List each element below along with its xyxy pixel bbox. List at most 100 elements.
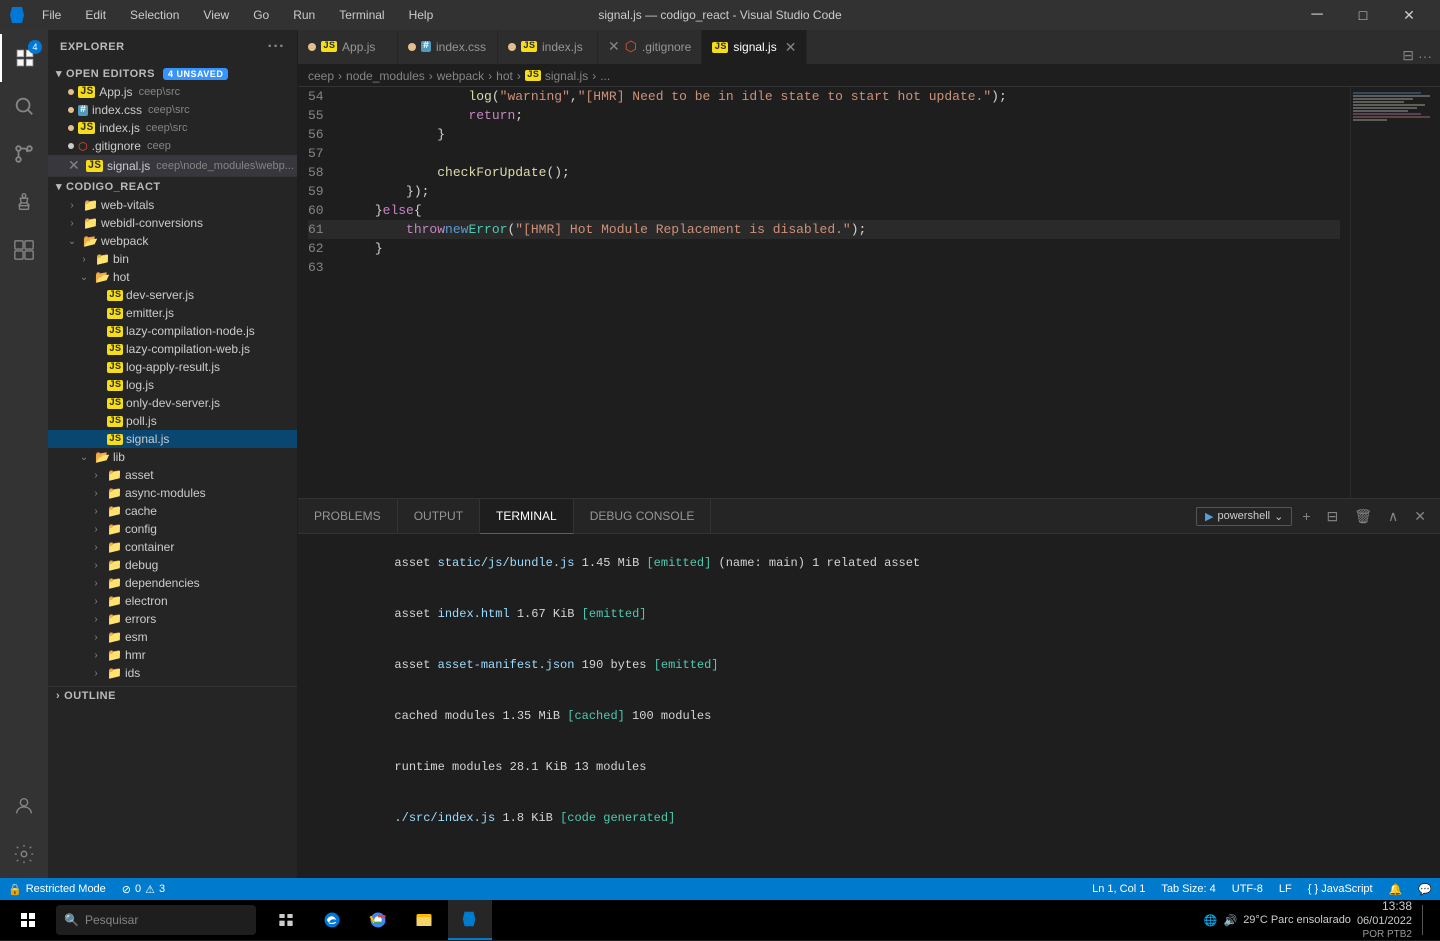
tab-signaljs[interactable]: JS signal.js ✕ xyxy=(702,30,807,64)
expand-terminal-button[interactable]: ∧ xyxy=(1382,504,1404,529)
status-errors[interactable]: ⊘ 0 ⚠ 3 xyxy=(114,878,173,900)
tree-ids[interactable]: › 📁 ids xyxy=(48,664,297,682)
menu-selection[interactable]: Selection xyxy=(124,6,185,24)
tree-log-apply[interactable]: JS log-apply-result.js xyxy=(48,358,297,376)
powershell-selector[interactable]: ▶ powershell ⌄ xyxy=(1196,507,1292,526)
status-language[interactable]: { } JavaScript xyxy=(1300,878,1381,900)
tab-indexcss[interactable]: # index.css xyxy=(398,30,498,64)
breadcrumb-file[interactable]: signal.js xyxy=(545,69,588,83)
status-tab-size[interactable]: Tab Size: 4 xyxy=(1153,878,1223,900)
more-tabs-button[interactable]: ··· xyxy=(1418,48,1432,64)
menu-run[interactable]: Run xyxy=(287,6,321,24)
activity-debug[interactable] xyxy=(0,178,48,226)
tree-log[interactable]: JS log.js xyxy=(48,376,297,394)
tree-bin[interactable]: › 📁 bin xyxy=(48,250,297,268)
split-terminal-button[interactable]: ⊟ xyxy=(1321,504,1345,529)
breadcrumb-hot[interactable]: hot xyxy=(496,69,513,83)
tree-hmr[interactable]: › 📁 hmr xyxy=(48,646,297,664)
activity-settings[interactable] xyxy=(0,830,48,878)
menu-view[interactable]: View xyxy=(197,6,235,24)
status-encoding[interactable]: UTF-8 xyxy=(1224,878,1271,900)
menu-help[interactable]: Help xyxy=(403,6,440,24)
status-position[interactable]: Ln 1, Col 1 xyxy=(1084,878,1153,900)
taskbar-explorer[interactable] xyxy=(402,900,446,940)
activity-extensions[interactable] xyxy=(0,226,48,274)
split-editor-button[interactable]: ⊟ xyxy=(1402,47,1414,64)
status-eol[interactable]: LF xyxy=(1271,878,1300,900)
taskbar-vscode[interactable] xyxy=(448,900,492,940)
tab-terminal[interactable]: TERMINAL xyxy=(480,499,574,534)
minimize-button[interactable]: ─ xyxy=(1294,0,1340,30)
tree-electron[interactable]: › 📁 electron xyxy=(48,592,297,610)
breadcrumb-node-modules[interactable]: node_modules xyxy=(346,69,425,83)
tree-lazy-node[interactable]: JS lazy-compilation-node.js xyxy=(48,322,297,340)
tree-lazy-web[interactable]: JS lazy-compilation-web.js xyxy=(48,340,297,358)
tab-problems[interactable]: PROBLEMS xyxy=(298,499,398,534)
tab-debug-console[interactable]: DEBUG CONSOLE xyxy=(574,499,712,534)
status-notifications[interactable]: 🔔 xyxy=(1381,878,1411,900)
close-tab-button[interactable]: ✕ xyxy=(785,39,797,56)
tree-signal[interactable]: JS signal.js xyxy=(48,430,297,448)
taskbar-task-view[interactable] xyxy=(264,900,308,940)
breadcrumb-symbol[interactable]: ... xyxy=(600,69,610,83)
tree-only-dev[interactable]: JS only-dev-server.js xyxy=(48,394,297,412)
tree-web-vitals[interactable]: › 📁 web-vitals xyxy=(48,196,297,214)
start-button[interactable] xyxy=(4,900,52,940)
tree-cache[interactable]: › 📁 cache xyxy=(48,502,297,520)
add-terminal-button[interactable]: + xyxy=(1296,504,1316,528)
tab-output[interactable]: OUTPUT xyxy=(398,499,480,534)
status-restricted-mode[interactable]: 🔒 Restricted Mode xyxy=(0,878,114,900)
trash-terminal-button[interactable]: 🗑 xyxy=(1348,504,1378,529)
activity-explorer[interactable]: 4 xyxy=(0,34,48,82)
editor-file-gitignore[interactable]: ⬡ .gitignore ceep xyxy=(48,137,297,155)
sidebar-more-button[interactable]: ··· xyxy=(268,38,285,56)
tab-appjs[interactable]: JS App.js xyxy=(298,30,398,64)
tree-container[interactable]: › 📁 container xyxy=(48,538,297,556)
editor-file-indexcss[interactable]: # index.css ceep\src xyxy=(48,101,297,119)
close-button[interactable]: ✕ xyxy=(1386,0,1432,30)
editor-file-indexjs[interactable]: JS index.js ceep\src xyxy=(48,119,297,137)
taskbar-chrome[interactable] xyxy=(356,900,400,940)
close-terminal-button[interactable]: ✕ xyxy=(1408,504,1432,529)
tree-config[interactable]: › 📁 config xyxy=(48,520,297,538)
menu-edit[interactable]: Edit xyxy=(79,6,112,24)
menu-file[interactable]: File xyxy=(36,6,67,24)
status-feedback[interactable]: 💬 xyxy=(1410,878,1440,900)
editor-file-signaljs[interactable]: ✕ JS signal.js ceep\node_modules\webp... xyxy=(48,155,297,176)
tree-dev-server[interactable]: JS dev-server.js xyxy=(48,286,297,304)
menu-go[interactable]: Go xyxy=(247,6,275,24)
activity-account[interactable] xyxy=(0,782,48,830)
taskbar-edge[interactable] xyxy=(310,900,354,940)
tree-async-modules[interactable]: › 📁 async-modules xyxy=(48,484,297,502)
tree-lib[interactable]: ⌄ 📂 lib xyxy=(48,448,297,466)
open-editors-toggle[interactable]: ▾ OPEN EDITORS 4 UNSAVED xyxy=(48,64,297,83)
menu-terminal[interactable]: Terminal xyxy=(333,6,390,24)
activity-source-control[interactable] xyxy=(0,130,48,178)
tree-webpack[interactable]: ⌄ 📂 webpack xyxy=(48,232,297,250)
terminal-content[interactable]: asset static/js/bundle.js 1.45 MiB [emit… xyxy=(298,534,1440,878)
tab-indexjs[interactable]: JS index.js xyxy=(498,30,598,64)
tab-gitignore[interactable]: ✕ ⬡ .gitignore xyxy=(598,30,702,64)
tree-poll[interactable]: JS poll.js xyxy=(48,412,297,430)
tree-webidl[interactable]: › 📁 webidl-conversions xyxy=(48,214,297,232)
activity-search[interactable] xyxy=(0,82,48,130)
close-icon[interactable]: ✕ xyxy=(68,157,80,174)
tab-close-icon[interactable]: ✕ xyxy=(608,38,620,55)
project-toggle[interactable]: ▾ CODIGO_REACT xyxy=(48,177,297,196)
taskbar-show-desktop[interactable] xyxy=(1422,905,1428,935)
tree-debug[interactable]: › 📁 debug xyxy=(48,556,297,574)
tree-esm[interactable]: › 📁 esm xyxy=(48,628,297,646)
taskbar-search[interactable]: 🔍 Pesquisar xyxy=(56,905,256,935)
outline-toggle[interactable]: › OUTLINE xyxy=(48,686,297,705)
code-editor[interactable]: 54 log ( "warning" , "[HMR] Need to be i… xyxy=(298,87,1440,498)
tree-emitter[interactable]: JS emitter.js xyxy=(48,304,297,322)
tree-errors[interactable]: › 📁 errors xyxy=(48,610,297,628)
tree-asset[interactable]: › 📁 asset xyxy=(48,466,297,484)
maximize-button[interactable]: □ xyxy=(1340,0,1386,30)
taskbar-clock[interactable]: 13:38 06/01/2022 POR PTB2 xyxy=(1357,899,1412,941)
editor-file-appjs[interactable]: JS App.js ceep\src xyxy=(48,83,297,101)
tree-hot[interactable]: ⌄ 📂 hot xyxy=(48,268,297,286)
breadcrumb-webpack[interactable]: webpack xyxy=(437,69,484,83)
tree-dependencies[interactable]: › 📁 dependencies xyxy=(48,574,297,592)
breadcrumb-ceep[interactable]: ceep xyxy=(308,69,334,83)
